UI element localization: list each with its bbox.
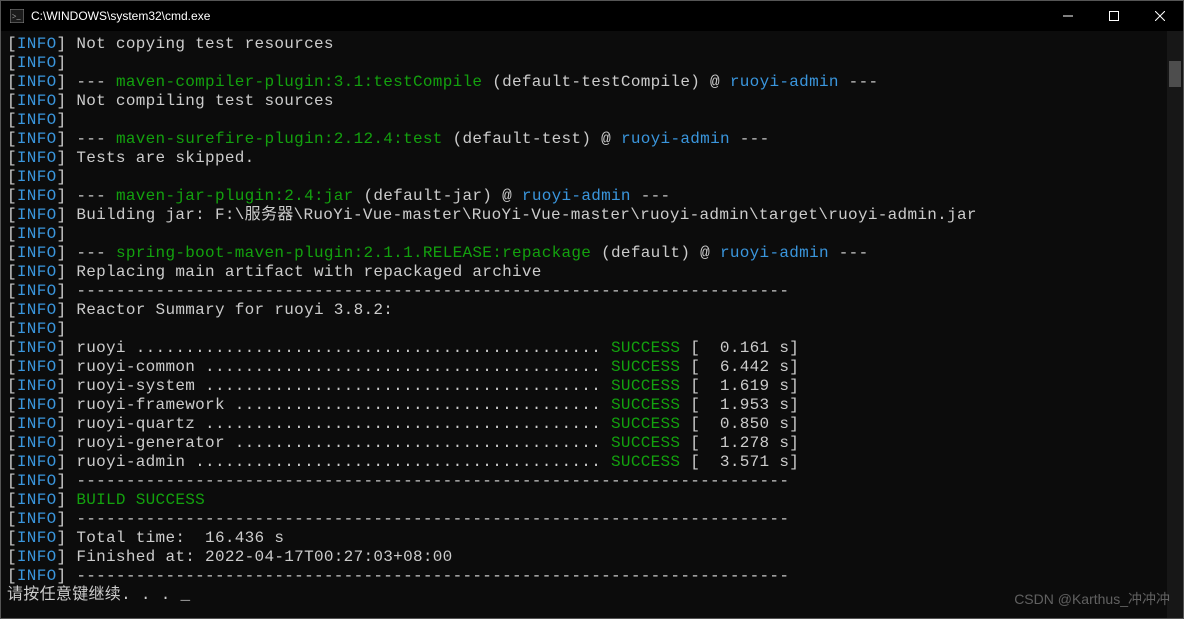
minimize-button[interactable]: [1045, 1, 1091, 31]
scrollbar-track[interactable]: [1167, 31, 1183, 618]
svg-text:>_: >_: [12, 12, 22, 21]
cmd-window: >_ C:\WINDOWS\system32\cmd.exe [INFO] No…: [0, 0, 1184, 619]
close-button[interactable]: [1137, 1, 1183, 31]
window-title: C:\WINDOWS\system32\cmd.exe: [31, 9, 210, 23]
maximize-button[interactable]: [1091, 1, 1137, 31]
terminal-output[interactable]: [INFO] Not copying test resources [INFO]…: [1, 31, 1167, 618]
scrollbar-thumb[interactable]: [1169, 61, 1181, 87]
titlebar[interactable]: >_ C:\WINDOWS\system32\cmd.exe: [1, 1, 1183, 31]
cmd-icon: >_: [9, 8, 25, 24]
